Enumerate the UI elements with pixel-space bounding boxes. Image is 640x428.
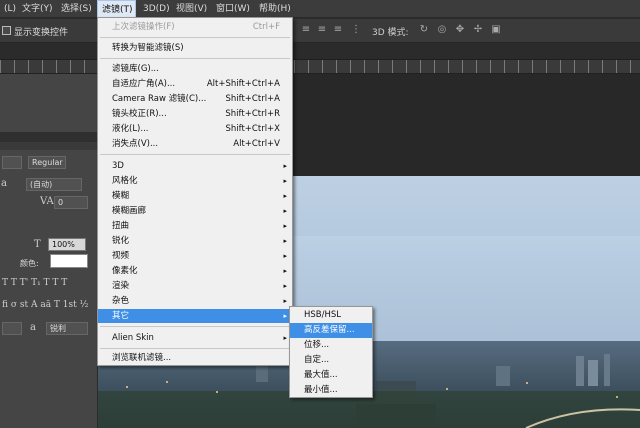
- menu-window[interactable]: 窗口(W): [212, 0, 254, 18]
- submenu-arrow-icon: ▸: [283, 192, 287, 200]
- language-select[interactable]: [2, 322, 22, 335]
- menu-item-distort[interactable]: 扭曲 ▸: [98, 219, 292, 233]
- font-style-select[interactable]: Regular: [28, 156, 66, 169]
- document-tab-strip: [0, 44, 640, 60]
- menu-item-sharpen[interactable]: 锐化 ▸: [98, 234, 292, 248]
- submenu-item-offset[interactable]: 位移...: [290, 338, 372, 353]
- submenu-arrow-icon: ▸: [283, 237, 287, 245]
- menu-separator: [100, 348, 290, 349]
- menu-item-pixelate[interactable]: 像素化 ▸: [98, 264, 292, 278]
- color-label: 颜色:: [20, 259, 39, 268]
- submenu-arrow-icon: ▸: [283, 312, 287, 320]
- menu-item-video[interactable]: 视频 ▸: [98, 249, 292, 263]
- menu-item-liquify[interactable]: 液化(L)... Shift+Ctrl+X: [98, 122, 292, 136]
- align-right-icon[interactable]: ≡: [332, 24, 344, 36]
- menu-item-noise[interactable]: 杂色 ▸: [98, 294, 292, 308]
- menu-item-vanishing-point[interactable]: 消失点(V)... Alt+Ctrl+V: [98, 137, 292, 151]
- menu-separator: [100, 154, 290, 155]
- other-submenu: HSB/HSL 高反差保留... 位移... 自定... 最大值... 最小值.…: [289, 306, 373, 398]
- menu-item-lens-correction[interactable]: 镜头校正(R)... Shift+Ctrl+R: [98, 107, 292, 121]
- menu-type[interactable]: 文字(Y): [18, 0, 57, 18]
- leading-select[interactable]: (自动): [26, 178, 82, 191]
- menu-separator: [100, 37, 290, 38]
- menu-item-filter-gallery[interactable]: 滤镜库(G)...: [98, 62, 292, 76]
- align-left-icon[interactable]: ≡: [300, 24, 312, 36]
- menu-item-browse-filters-online[interactable]: 浏览联机滤镜...: [98, 351, 292, 365]
- filter-menu: 上次滤镜操作(F) Ctrl+F 转换为智能滤镜(S) 滤镜库(G)... 自适应…: [97, 17, 293, 366]
- color-swatch[interactable]: [50, 254, 88, 268]
- panel-header: [0, 132, 98, 142]
- 3d-camera-icon[interactable]: ▣: [490, 24, 502, 36]
- menu-item-blur[interactable]: 模糊 ▸: [98, 189, 292, 203]
- text-style-buttons[interactable]: T T T' T₁ T T T: [2, 278, 67, 288]
- submenu-arrow-icon: ▸: [283, 162, 287, 170]
- menu-item-convert-smart-filter[interactable]: 转换为智能滤镜(S): [98, 41, 292, 55]
- submenu-arrow-icon: ▸: [283, 267, 287, 275]
- menu-help[interactable]: 帮助(H): [255, 0, 295, 18]
- menu-separator: [100, 58, 290, 59]
- horizontal-scale-field[interactable]: 100%: [48, 238, 86, 251]
- menu-3d[interactable]: 3D(D): [139, 0, 174, 18]
- menu-item-other[interactable]: 其它 ▸: [98, 309, 292, 323]
- distribute-icon[interactable]: ⋮: [350, 24, 362, 36]
- tracking-select[interactable]: 0: [54, 196, 88, 209]
- menu-select[interactable]: 选择(S): [57, 0, 96, 18]
- horizontal-ruler: [0, 60, 640, 74]
- menu-item-3d[interactable]: 3D ▸: [98, 159, 292, 173]
- horizontal-scale-icon: T: [34, 239, 41, 250]
- show-transform-checkbox[interactable]: [2, 26, 11, 35]
- opentype-buttons[interactable]: fi σ st A aā T 1st ½: [2, 300, 88, 310]
- submenu-arrow-icon: ▸: [283, 207, 287, 215]
- size-icon: a: [1, 178, 7, 189]
- panel-tabs: [0, 142, 98, 150]
- submenu-item-high-pass[interactable]: 高反差保留...: [290, 323, 372, 338]
- antialias-select[interactable]: 锐利: [46, 322, 88, 335]
- submenu-arrow-icon: ▸: [283, 177, 287, 185]
- menu-item-stylize[interactable]: 风格化 ▸: [98, 174, 292, 188]
- 3d-slide-icon[interactable]: ✢: [472, 24, 484, 36]
- menu-item-blur-gallery[interactable]: 模糊画廊 ▸: [98, 204, 292, 218]
- submenu-arrow-icon: ▸: [283, 222, 287, 230]
- 3d-drag-icon[interactable]: ✥: [454, 24, 466, 36]
- tracking-icon: VA: [40, 196, 54, 207]
- character-panel: Regular a (自动) VA 0 T 100% 颜色: T T T' T₁…: [0, 74, 98, 428]
- submenu-item-minimum[interactable]: 最小值...: [290, 383, 372, 398]
- menu-separator: [100, 326, 290, 327]
- antialias-icon: a: [30, 322, 36, 333]
- submenu-arrow-icon: ▸: [283, 334, 287, 342]
- submenu-arrow-icon: ▸: [283, 297, 287, 305]
- 3d-mode-label: 3D 模式:: [372, 28, 409, 38]
- menu-filter[interactable]: 滤镜(T): [97, 0, 136, 18]
- menu-view[interactable]: 视图(V): [172, 0, 211, 18]
- menu-item-alien-skin[interactable]: Alien Skin ▸: [98, 331, 292, 345]
- menu-item-last-filter[interactable]: 上次滤镜操作(F) Ctrl+F: [98, 20, 292, 34]
- show-transform-label: 显示变换控件: [14, 28, 69, 38]
- menu-item-render[interactable]: 渲染 ▸: [98, 279, 292, 293]
- menu-bar: (L) 文字(Y) 选择(S) 滤镜(T) 3D(D) 视图(V) 窗口(W) …: [0, 0, 640, 18]
- submenu-arrow-icon: ▸: [283, 282, 287, 290]
- options-bar: 显示变换控件 ≡ ≡ ≡ ⋮ 3D 模式: ↻ ◎ ✥ ✢ ▣: [0, 19, 640, 43]
- 3d-rotate-icon[interactable]: ↻: [418, 24, 430, 36]
- 3d-roll-icon[interactable]: ◎: [436, 24, 448, 36]
- submenu-item-hsb-hsl[interactable]: HSB/HSL: [290, 308, 372, 323]
- font-family-select[interactable]: [2, 156, 22, 169]
- menu-item-adaptive-wide-angle[interactable]: 自适应广角(A)... Alt+Shift+Ctrl+A: [98, 77, 292, 91]
- submenu-item-maximum[interactable]: 最大值...: [290, 368, 372, 383]
- align-center-icon[interactable]: ≡: [316, 24, 328, 36]
- menu-item-camera-raw[interactable]: Camera Raw 滤镜(C)... Shift+Ctrl+A: [98, 92, 292, 106]
- submenu-item-custom[interactable]: 自定...: [290, 353, 372, 368]
- submenu-arrow-icon: ▸: [283, 252, 287, 260]
